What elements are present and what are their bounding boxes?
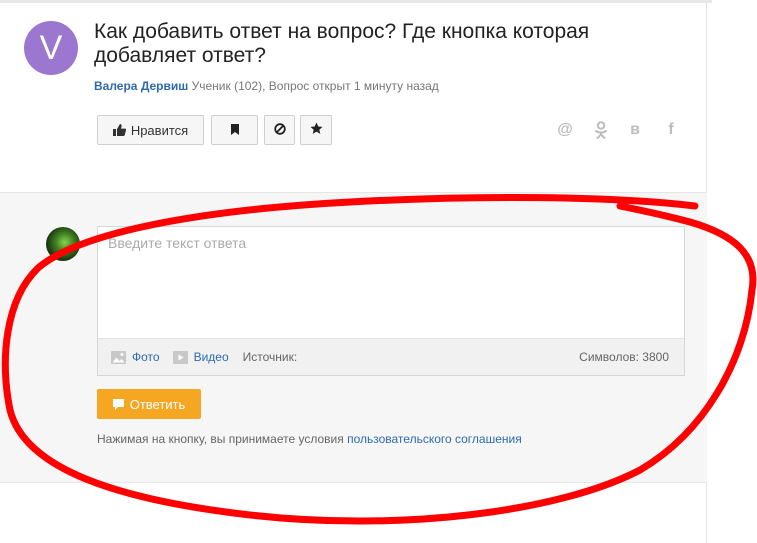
comment-icon <box>112 398 124 410</box>
submit-answer-label: Ответить <box>129 396 186 412</box>
submit-answer-button[interactable]: Ответить <box>97 389 201 419</box>
current-user-avatar[interactable] <box>46 227 80 261</box>
thumbs-up-icon <box>112 124 126 136</box>
user-agreement-link[interactable]: пользовательского соглашения <box>347 432 522 446</box>
editor-toolbar: Фото Видео Источник: Символов: 3800 <box>98 338 684 375</box>
share-vk-icon[interactable]: в <box>626 121 644 139</box>
answer-text-input[interactable] <box>98 227 684 339</box>
bookmark-button[interactable] <box>211 115 258 145</box>
like-button-label: Нравится <box>130 122 189 138</box>
author-name-link[interactable]: Валера Дервиш <box>94 79 188 93</box>
add-photo-button[interactable]: Фото <box>111 350 160 364</box>
author-rank-and-time: Ученик (102), Вопрос открыт 1 минуту наз… <box>191 79 439 93</box>
bookmark-icon <box>230 123 240 138</box>
answer-editor: Фото Видео Источник: Символов: 3800 <box>97 226 685 376</box>
add-video-button[interactable]: Видео <box>172 350 229 364</box>
question-title: Как добавить ответ на вопрос? Где кнопка… <box>94 20 590 67</box>
add-photo-label: Фото <box>132 350 160 364</box>
share-mail-icon[interactable]: @ <box>556 121 574 139</box>
star-icon <box>310 122 323 138</box>
top-divider <box>0 0 712 3</box>
share-facebook-icon[interactable]: f <box>662 121 680 139</box>
question-meta: Валера Дервиш Ученик (102), Вопрос откры… <box>94 79 439 93</box>
author-avatar[interactable]: V <box>24 21 78 75</box>
block-icon <box>273 122 286 138</box>
terms-notice: Нажимая на кнопку, вы принимаете условия… <box>97 432 522 446</box>
photo-icon <box>111 350 126 364</box>
terms-text: Нажимая на кнопку, вы принимаете условия <box>97 432 344 446</box>
video-icon <box>172 350 188 364</box>
characters-counter: Символов: 3800 <box>579 350 669 364</box>
add-video-label: Видео <box>193 350 229 364</box>
like-button[interactable]: Нравится <box>97 115 204 145</box>
block-button[interactable] <box>264 115 295 145</box>
share-odnoklassniki-icon[interactable] <box>592 121 610 139</box>
favorite-button[interactable] <box>300 115 332 145</box>
source-field-label[interactable]: Источник: <box>243 350 298 364</box>
